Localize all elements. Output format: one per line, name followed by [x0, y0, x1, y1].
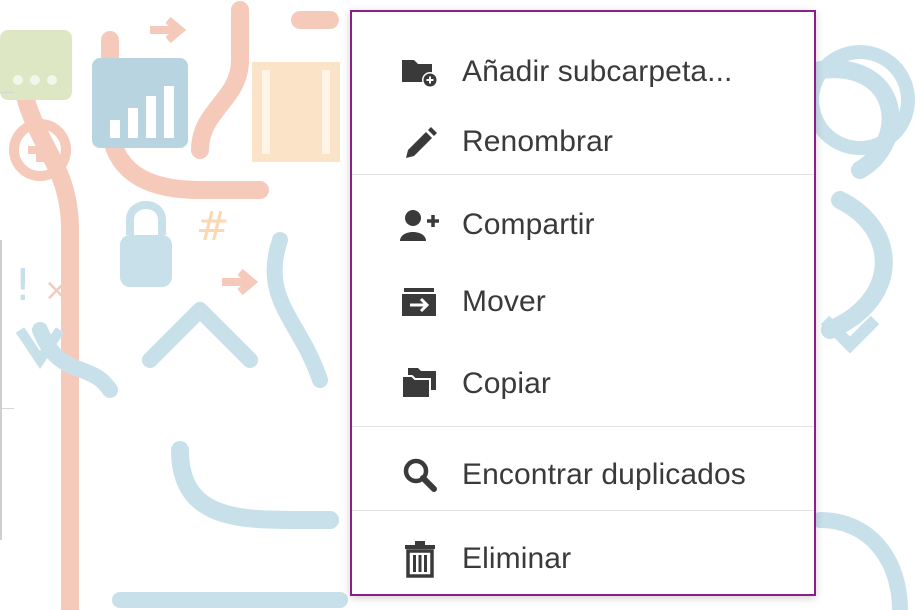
svg-text:#: #	[196, 204, 230, 250]
folder-copy-icon	[400, 364, 440, 404]
menu-item-label: Encontrar duplicados	[462, 458, 746, 491]
trash-icon	[400, 539, 440, 579]
menu-item-label: Eliminar	[462, 542, 572, 575]
menu-item-label: Mover	[462, 285, 546, 318]
user-add-icon	[400, 205, 440, 245]
menu-separator	[352, 426, 814, 427]
pencil-icon	[400, 122, 440, 162]
menu-item-label: Renombrar	[462, 125, 613, 158]
menu-item-label: Compartir	[462, 208, 595, 241]
menu-separator	[352, 174, 814, 175]
folder-context-menu: Añadir subcarpeta... Renombrar Compartir	[350, 10, 816, 596]
menu-item-rename[interactable]: Renombrar	[352, 110, 814, 174]
menu-item-find-duplicates[interactable]: Encontrar duplicados	[352, 440, 814, 510]
left-border	[0, 240, 2, 540]
svg-text:×: ×	[44, 273, 69, 308]
menu-item-share[interactable]: Compartir	[352, 188, 814, 262]
search-icon	[400, 455, 440, 495]
svg-text:!: !	[14, 260, 32, 311]
menu-item-label: Copiar	[462, 367, 551, 400]
left-divider	[0, 92, 14, 93]
left-divider	[0, 408, 14, 409]
folder-move-icon	[400, 282, 440, 322]
menu-item-copy[interactable]: Copiar	[352, 342, 814, 426]
menu-item-label: Añadir subcarpeta...	[462, 55, 733, 88]
menu-item-delete[interactable]: Eliminar	[352, 524, 814, 594]
menu-item-add-subfolder[interactable]: Añadir subcarpeta...	[352, 34, 814, 110]
menu-item-move[interactable]: Mover	[352, 262, 814, 342]
menu-separator	[352, 510, 814, 511]
folder-add-icon	[400, 52, 440, 92]
